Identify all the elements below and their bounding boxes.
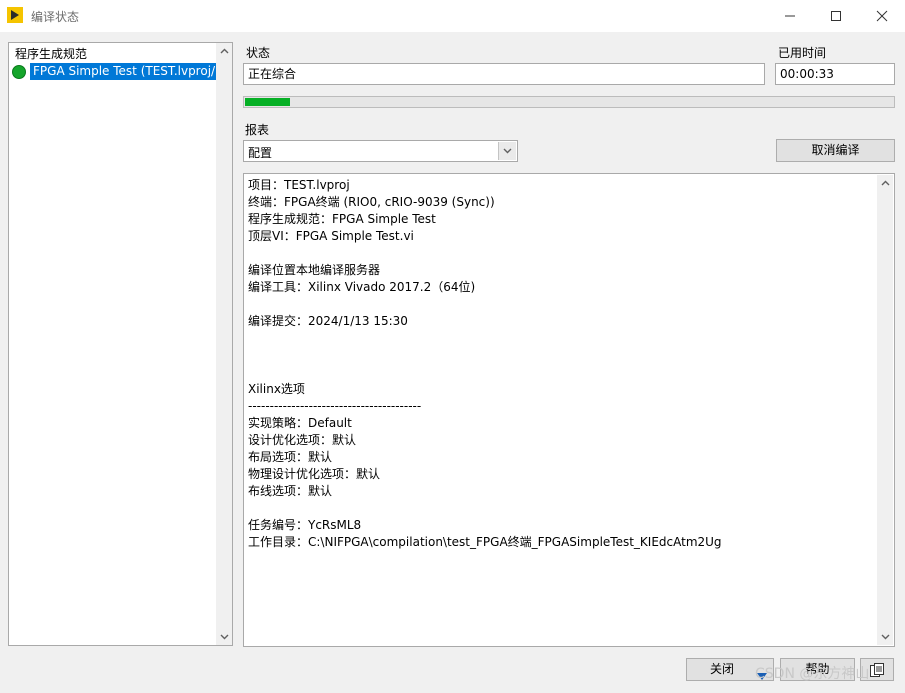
report-line: 项目：TEST.lvproj — [248, 178, 350, 192]
title-bar: 编译状态 — [0, 0, 905, 32]
report-line: 编译位置本地编译服务器 — [248, 263, 381, 277]
report-select[interactable]: 配置 — [243, 140, 518, 162]
report-line: 物理设计优化选项：默认 — [248, 467, 381, 481]
report-line — [248, 330, 873, 347]
minimize-button[interactable] — [767, 0, 813, 32]
report-line: 布局选项：默认 — [248, 450, 333, 464]
progress-bar — [243, 96, 895, 108]
window-title: 编译状态 — [31, 10, 80, 24]
report-line — [248, 296, 873, 313]
scroll-down-icon[interactable] — [216, 629, 232, 645]
report-line: 设计优化选项：默认 — [248, 433, 357, 447]
report-line — [248, 500, 873, 517]
report-line: 程序生成规范：FPGA Simple Test — [248, 212, 436, 226]
report-line: Xilinx选项 — [248, 382, 305, 396]
copy-icon — [870, 663, 884, 677]
report-line: 任务编号：YcRsML8 — [248, 518, 362, 532]
status-label: 状态 — [246, 46, 271, 60]
report-line: 顶层VI：FPGA Simple Test.vi — [248, 229, 414, 243]
build-spec-item-label: FPGA Simple Test (TEST.lvproj/FPGA终端) — [30, 63, 216, 80]
report-line — [248, 347, 873, 364]
maximize-icon — [831, 11, 841, 21]
elapsed-time-field: 00:00:33 — [775, 63, 895, 85]
report-text-area[interactable]: 项目：TEST.lvproj 终端：FPGA终端 (RIO0, cRIO-9039… — [243, 173, 895, 647]
build-spec-header: 程序生成规范 — [15, 47, 88, 61]
report-select-value: 配置 — [248, 146, 273, 160]
report-line: 编译工具：Xilinx Vivado 2017.2（64位) — [248, 280, 476, 294]
report-line: 布线选项：默认 — [248, 484, 333, 498]
progress-bar-fill — [245, 98, 290, 106]
left-scrollbar[interactable] — [216, 43, 232, 645]
report-line: 实现策略：Default — [248, 416, 352, 430]
close-icon — [876, 10, 888, 22]
labview-arrow-icon — [7, 7, 23, 23]
report-line: 工作目录：C:\NIFPGA\compilation\test_FPGA终端_F… — [248, 535, 722, 549]
report-line — [248, 364, 873, 381]
report-line: ---------------------------------------- — [248, 399, 422, 413]
minimize-icon — [785, 15, 795, 17]
success-status-icon — [12, 64, 26, 79]
watermark: CSDN @东方神山 — [755, 666, 870, 682]
build-spec-item[interactable]: FPGA Simple Test (TEST.lvproj/FPGA终端) — [12, 63, 216, 80]
cancel-compile-button[interactable]: 取消编译 — [776, 139, 895, 162]
report-line: 终端：FPGA终端 (RIO0, cRIO-9039 (Sync)) — [248, 195, 495, 209]
close-window-button[interactable] — [859, 0, 905, 32]
status-field: 正在综合 — [243, 63, 765, 85]
report-line: 编译提交：2024/1/13 15:30 — [248, 314, 408, 328]
scroll-up-icon[interactable] — [877, 175, 893, 191]
report-scrollbar[interactable] — [877, 175, 893, 645]
close-button-label: 关闭 — [709, 662, 734, 676]
scroll-down-icon[interactable] — [877, 629, 893, 645]
maximize-button[interactable] — [813, 0, 859, 32]
elapsed-time-label: 已用时间 — [778, 46, 827, 60]
build-spec-list[interactable]: 程序生成规范 FPGA Simple Test (TEST.lvproj/FPG… — [8, 42, 233, 646]
reports-label: 报表 — [245, 123, 270, 137]
scroll-up-icon[interactable] — [216, 43, 232, 59]
chevron-down-icon[interactable] — [498, 142, 516, 160]
report-line — [248, 245, 873, 262]
report-lines: 项目：TEST.lvproj 终端：FPGA终端 (RIO0, cRIO-9039… — [248, 177, 873, 551]
